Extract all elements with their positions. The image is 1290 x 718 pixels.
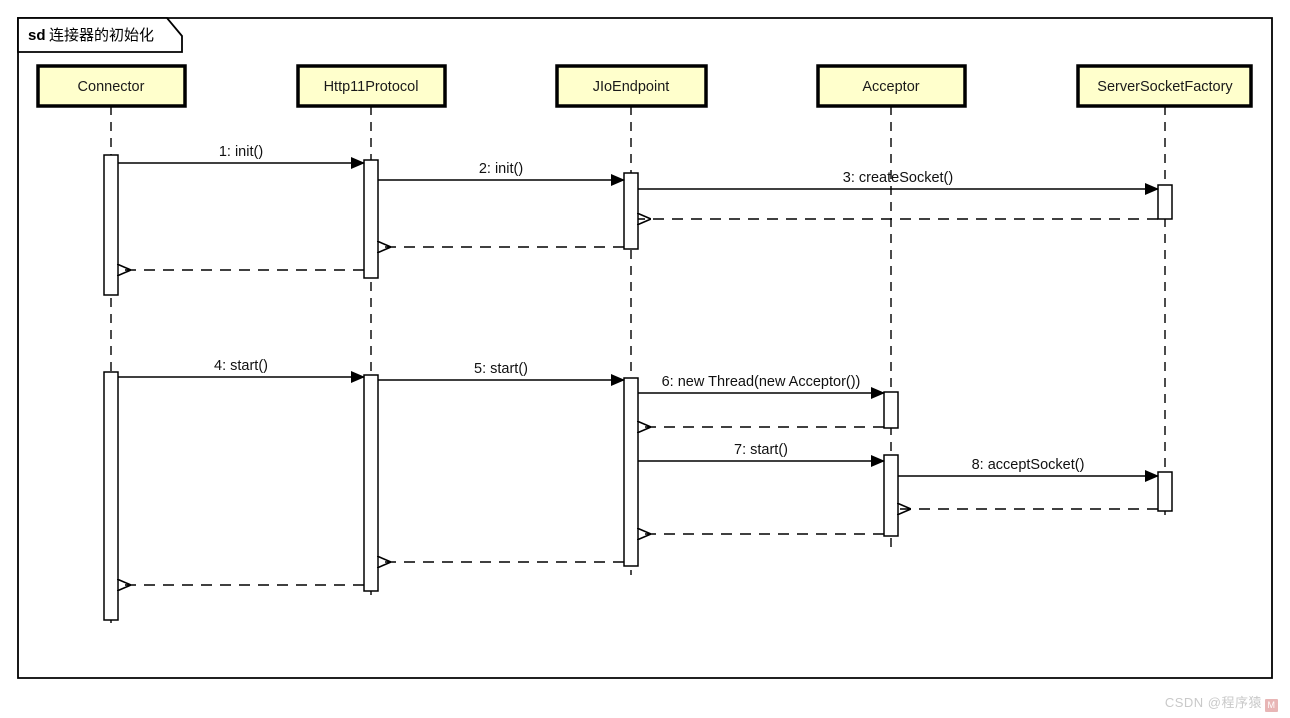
watermark-badge: M <box>1265 699 1278 712</box>
activation-bar-http11protocol <box>363 159 379 279</box>
watermark-text: CSDN @程序猿 <box>1164 695 1262 710</box>
message-4: 4: start() <box>118 358 365 383</box>
activation-bar-serversocketfactory <box>1157 471 1173 512</box>
sequence-diagram-canvas: sd 连接器的初始化 Connector Http11Protocol JIoEnd… <box>0 0 1290 718</box>
message-label: 5: start() <box>474 361 528 377</box>
activation-bar-connector <box>103 154 119 296</box>
frame-outline: sd 连接器的初始化 <box>17 17 1273 679</box>
activation-bar-acceptor <box>883 454 899 537</box>
frame-kind-label: sd <box>28 27 46 44</box>
message-label: 6: new Thread(new Acceptor()) <box>662 374 861 390</box>
lifeline-label: Connector <box>78 79 145 95</box>
message-2: 2: init() <box>378 161 625 186</box>
csdn-watermark: CSDN @程序猿 M <box>1165 692 1278 712</box>
message-label: 7: start() <box>734 442 788 458</box>
lifeline-label: Acceptor <box>862 79 919 95</box>
activations-layer <box>103 154 1173 621</box>
message-3: 3: createSocket() <box>638 170 1159 195</box>
lifeline-serversocketfactory: ServerSocketFactory <box>1076 64 1253 522</box>
message-label: 3: createSocket() <box>843 170 953 186</box>
frame-name-label: 连接器的初始化 <box>49 27 154 44</box>
message-label: 4: start() <box>214 358 268 374</box>
lifeline-label: JIoEndpoint <box>593 79 670 95</box>
message-label: 1: init() <box>219 144 263 160</box>
message-1: 1: init() <box>118 144 365 169</box>
message-7: 7: start() <box>638 442 885 467</box>
message-label: 8: acceptSocket() <box>972 457 1085 473</box>
message-label: 2: init() <box>479 161 523 177</box>
message-6: 6: new Thread(new Acceptor()) <box>638 374 885 399</box>
uml-sequence-diagram: sd 连接器的初始化 Connector Http11Protocol JIoEnd… <box>17 17 1273 679</box>
activation-bar-http11protocol <box>363 374 379 592</box>
message-5: 5: start() <box>378 361 625 386</box>
lifeline-label: Http11Protocol <box>324 79 419 95</box>
activation-bar-serversocketfactory <box>1157 184 1173 220</box>
activation-bar-connector <box>103 371 119 621</box>
activation-bar-jioendpoint <box>623 377 639 567</box>
activation-bar-jioendpoint <box>623 172 639 250</box>
frame-border-rect <box>17 17 1273 679</box>
message-8: 8: acceptSocket() <box>898 457 1159 482</box>
activation-bar-acceptor <box>883 391 899 429</box>
lifeline-label: ServerSocketFactory <box>1097 79 1233 95</box>
